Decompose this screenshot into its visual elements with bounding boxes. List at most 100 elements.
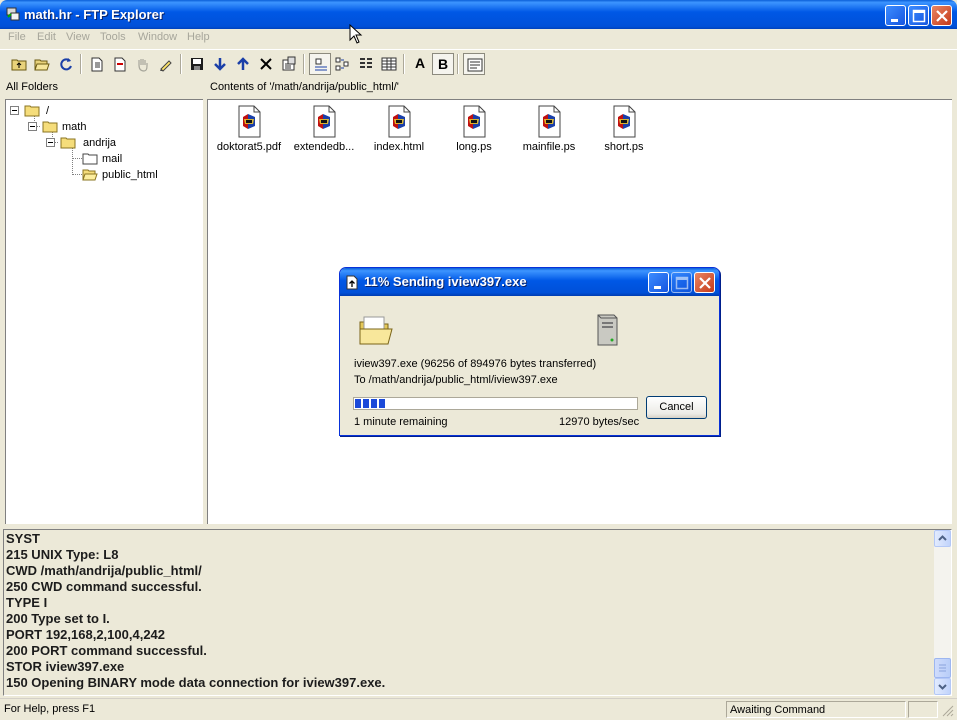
resize-grip-icon[interactable] xyxy=(941,704,954,717)
tree-node-math[interactable]: math xyxy=(28,119,108,135)
menu-bar: File Edit View Tools Window Help xyxy=(0,29,957,47)
delete-file-icon[interactable] xyxy=(109,53,131,75)
delete-x-icon[interactable] xyxy=(255,53,277,75)
file-item[interactable]: doktorat5.pdf xyxy=(211,105,287,161)
transfer-progress-bar xyxy=(353,397,638,410)
edit-pencil-icon[interactable] xyxy=(155,53,177,75)
binary-mode-button[interactable]: B xyxy=(432,53,454,75)
new-file-icon[interactable] xyxy=(86,53,108,75)
dialog-title: 11% Sending iview397.exe xyxy=(364,274,527,289)
save-icon[interactable] xyxy=(186,53,208,75)
winamp-file-icon xyxy=(538,105,561,138)
hand-icon xyxy=(132,53,154,75)
properties-icon[interactable] xyxy=(278,53,300,75)
tree-node-root[interactable]: / xyxy=(10,103,70,119)
transfer-file-line: iview397.exe (96256 of 894976 bytes tran… xyxy=(354,358,597,370)
log-line: SYST xyxy=(6,531,40,546)
dialog-title-bar[interactable]: 11% Sending iview397.exe xyxy=(340,268,719,296)
log-lines: SYST 215 UNIX Type: L8 CWD /math/andrija/p… xyxy=(6,531,936,691)
file-item[interactable]: long.ps xyxy=(436,105,512,161)
log-window-icon[interactable] xyxy=(463,53,485,75)
ascii-mode-button[interactable]: A xyxy=(409,53,431,75)
scroll-thumb[interactable] xyxy=(934,658,951,678)
title-bar[interactable]: math.hr - FTP Explorer xyxy=(0,0,957,30)
server-icon xyxy=(597,314,618,346)
transfer-dest-line: To /math/andrija/public_html/iview397.ex… xyxy=(354,374,558,386)
log-scrollbar[interactable] xyxy=(934,530,951,695)
refresh-icon[interactable] xyxy=(55,53,77,75)
menu-window[interactable]: Window xyxy=(138,31,177,43)
window-title: math.hr - FTP Explorer xyxy=(24,7,164,22)
cancel-button[interactable]: Cancel xyxy=(646,396,707,419)
file-name: index.html xyxy=(373,141,425,153)
log-line: 215 UNIX Type: L8 xyxy=(6,547,119,562)
collapse-toggle[interactable] xyxy=(10,106,19,115)
tree-node-andrija[interactable]: andrija xyxy=(46,135,136,151)
download-arrow-icon[interactable] xyxy=(209,53,231,75)
file-name: mainfile.ps xyxy=(522,141,576,153)
toolbar: A B xyxy=(0,49,957,78)
folder-icon xyxy=(42,121,58,133)
scroll-down-button[interactable] xyxy=(934,678,951,695)
transfer-progress-dialog: 11% Sending iview397.exe iview397.exe (9… xyxy=(339,267,720,436)
maximize-button[interactable] xyxy=(908,5,929,26)
menu-tools[interactable]: Tools xyxy=(100,31,126,43)
source-folder-icon xyxy=(359,316,393,345)
file-name: short.ps xyxy=(604,141,644,153)
ftp-app-icon xyxy=(6,7,20,21)
log-line: TYPE I xyxy=(6,595,48,610)
close-button[interactable] xyxy=(931,5,952,26)
time-remaining: 1 minute remaining xyxy=(354,416,448,428)
transfer-rate: 12970 bytes/sec xyxy=(559,416,640,428)
status-help-text: For Help, press F1 xyxy=(4,703,96,715)
upload-arrow-icon[interactable] xyxy=(232,53,254,75)
folder-icon xyxy=(24,105,40,117)
progress-fill xyxy=(355,399,386,408)
dialog-body: iview397.exe (96256 of 894976 bytes tran… xyxy=(343,296,716,433)
log-pane[interactable]: SYST 215 UNIX Type: L8 CWD /math/andrija/p… xyxy=(3,529,952,696)
dialog-maximize-button xyxy=(671,272,692,293)
log-line: 250 CWD command successful. xyxy=(6,579,202,594)
list-view-icon[interactable] xyxy=(355,53,377,75)
menu-view[interactable]: View xyxy=(66,31,90,43)
large-icons-view-icon[interactable] xyxy=(309,53,331,75)
file-item[interactable]: extendedb... xyxy=(286,105,362,161)
small-icons-view-icon[interactable] xyxy=(332,53,354,75)
contents-header: Contents of '/math/andrija/public_html/' xyxy=(207,79,952,99)
mouse-cursor-icon xyxy=(349,24,363,44)
log-line: STOR iview397.exe xyxy=(6,659,125,674)
minimize-button[interactable] xyxy=(885,5,906,26)
upload-page-icon xyxy=(346,275,358,290)
folder-icon xyxy=(60,137,76,149)
file-item[interactable]: index.html xyxy=(361,105,437,161)
file-name: doktorat5.pdf xyxy=(216,141,282,153)
tree-node-public-html[interactable]: public_html xyxy=(82,167,192,183)
winamp-file-icon xyxy=(238,105,261,138)
folder-open-icon xyxy=(82,169,98,181)
folder-tree[interactable]: / math andrija mail public_html xyxy=(5,99,203,524)
winamp-file-icon xyxy=(388,105,411,138)
file-name: extendedb... xyxy=(293,141,355,153)
status-extra-panel xyxy=(908,701,938,718)
open-folder-icon[interactable] xyxy=(31,53,53,75)
menu-file[interactable]: File xyxy=(8,31,26,43)
winamp-file-icon xyxy=(313,105,336,138)
dialog-close-button[interactable] xyxy=(694,272,715,293)
file-item[interactable]: short.ps xyxy=(586,105,662,161)
file-item[interactable]: mainfile.ps xyxy=(511,105,587,161)
up-folder-icon[interactable] xyxy=(8,53,30,75)
status-state: Awaiting Command xyxy=(726,701,906,718)
dialog-minimize-button[interactable] xyxy=(648,272,669,293)
log-line: CWD /math/andrija/public_html/ xyxy=(6,563,202,578)
menu-edit[interactable]: Edit xyxy=(37,31,56,43)
status-bar: For Help, press F1 Awaiting Command xyxy=(0,698,957,718)
menu-help[interactable]: Help xyxy=(187,31,210,43)
collapse-toggle[interactable] xyxy=(46,138,55,147)
scroll-up-button[interactable] xyxy=(934,530,951,547)
collapse-toggle[interactable] xyxy=(28,122,37,131)
folder-closed-icon xyxy=(82,153,98,165)
winamp-file-icon xyxy=(463,105,486,138)
tree-node-mail[interactable]: mail xyxy=(82,151,162,167)
details-view-icon[interactable] xyxy=(378,53,400,75)
log-line: 200 Type set to I. xyxy=(6,611,110,626)
